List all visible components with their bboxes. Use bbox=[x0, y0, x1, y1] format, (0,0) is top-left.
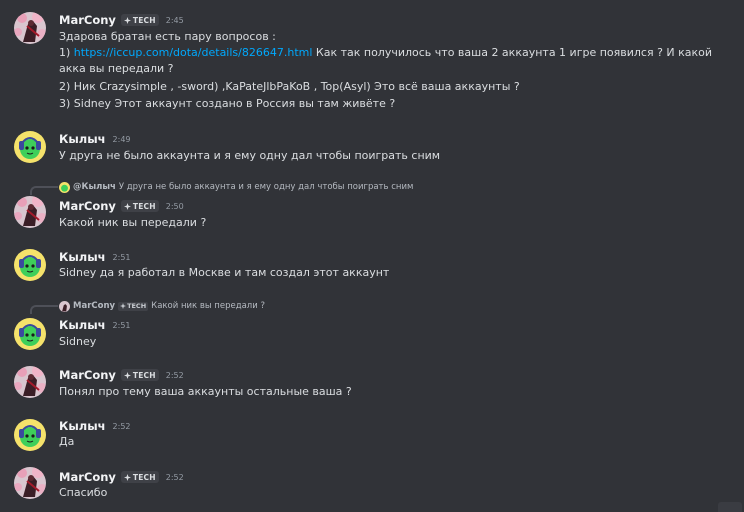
timestamp[interactable]: 2:52 bbox=[166, 473, 184, 482]
message-text: 1) https://iccup.com/dota/details/826647… bbox=[59, 45, 712, 61]
tech-tag[interactable]: TECH bbox=[120, 369, 159, 381]
avatar[interactable] bbox=[14, 12, 46, 44]
reply-text: У друга не было аккаунта и я ему одну да… bbox=[118, 182, 414, 192]
iccup-link[interactable]: https://iccup.com/dota/details/826647.ht… bbox=[74, 46, 313, 59]
sparkle-icon bbox=[123, 202, 131, 210]
reply-tech-tag: TECH bbox=[118, 301, 149, 311]
timestamp[interactable]: 2:45 bbox=[166, 16, 184, 25]
message-text: акка вы передали ? bbox=[59, 62, 174, 75]
reply-preview[interactable]: MarCony TECH Какой ник вы передали ? bbox=[59, 299, 265, 313]
tag-label: TECH bbox=[132, 201, 156, 211]
avatar[interactable] bbox=[14, 419, 46, 451]
sparkle-icon bbox=[123, 16, 131, 24]
message-text: Какой ник вы передали ? bbox=[59, 216, 207, 229]
avatar[interactable] bbox=[14, 366, 46, 398]
reply-text: Какой ник вы передали ? bbox=[151, 301, 265, 311]
avatar[interactable] bbox=[14, 249, 46, 281]
timestamp[interactable]: 2:51 bbox=[113, 253, 131, 262]
timestamp[interactable]: 2:52 bbox=[113, 422, 131, 431]
message-text: Да bbox=[59, 435, 75, 448]
reply-spine bbox=[30, 305, 58, 314]
message-text: Sidney да я работал в Москве и там созда… bbox=[59, 266, 390, 279]
sparkle-icon bbox=[123, 371, 131, 379]
reply-spine bbox=[30, 186, 58, 195]
reply-avatar bbox=[59, 181, 70, 193]
reply-author[interactable]: @Кылыч bbox=[73, 182, 116, 192]
message-text: Sidney bbox=[59, 335, 97, 348]
tag-label: TECH bbox=[132, 15, 156, 25]
message-text: 3) Sidney Этот аккаунт создано в Россия … bbox=[59, 97, 396, 110]
sparkle-icon bbox=[123, 473, 131, 481]
tech-tag[interactable]: TECH bbox=[120, 200, 159, 212]
author-name[interactable]: Кылыч bbox=[59, 419, 106, 433]
author-name[interactable]: MarCony bbox=[59, 13, 116, 27]
reply-author[interactable]: MarCony bbox=[73, 301, 115, 311]
message-text: Понял про тему ваша аккаунты остальные в… bbox=[59, 385, 352, 398]
author-name[interactable]: Кылыч bbox=[59, 318, 106, 332]
avatar[interactable] bbox=[14, 131, 46, 163]
message-text: Здарова братан есть пару вопросов : bbox=[59, 30, 276, 43]
tech-tag[interactable]: TECH bbox=[120, 471, 159, 483]
timestamp[interactable]: 2:50 bbox=[166, 202, 184, 211]
reply-tag-label: TECH bbox=[127, 302, 147, 310]
tag-label: TECH bbox=[132, 370, 156, 380]
reply-avatar bbox=[59, 300, 70, 312]
message-text: Спасибо bbox=[59, 486, 108, 499]
timestamp[interactable]: 2:52 bbox=[166, 371, 184, 380]
timestamp[interactable]: 2:49 bbox=[113, 135, 131, 144]
author-name[interactable]: Кылыч bbox=[59, 132, 106, 146]
author-name[interactable]: MarCony bbox=[59, 368, 116, 382]
scroll-to-bottom-button[interactable] bbox=[718, 502, 742, 512]
timestamp[interactable]: 2:51 bbox=[113, 321, 131, 330]
author-name[interactable]: MarCony bbox=[59, 199, 116, 213]
message-text-rest: Как так получилось что ваша 2 аккаунта 1… bbox=[312, 46, 713, 59]
sparkle-icon bbox=[120, 303, 127, 309]
author-name[interactable]: Кылыч bbox=[59, 250, 106, 264]
tag-label: TECH bbox=[132, 472, 156, 482]
message-text: 2) Ник Crazysimple , -sword) ,KaPateJlbP… bbox=[59, 80, 520, 93]
list-prefix: 1) bbox=[59, 46, 74, 59]
avatar[interactable] bbox=[14, 196, 46, 228]
tech-tag[interactable]: TECH bbox=[120, 14, 159, 26]
reply-preview[interactable]: @Кылыч У друга не было аккаунта и я ему … bbox=[59, 180, 413, 194]
avatar[interactable] bbox=[14, 318, 46, 350]
author-name[interactable]: MarCony bbox=[59, 470, 116, 484]
avatar[interactable] bbox=[14, 467, 46, 499]
message-text: У друга не было аккаунта и я ему одну да… bbox=[59, 149, 441, 162]
